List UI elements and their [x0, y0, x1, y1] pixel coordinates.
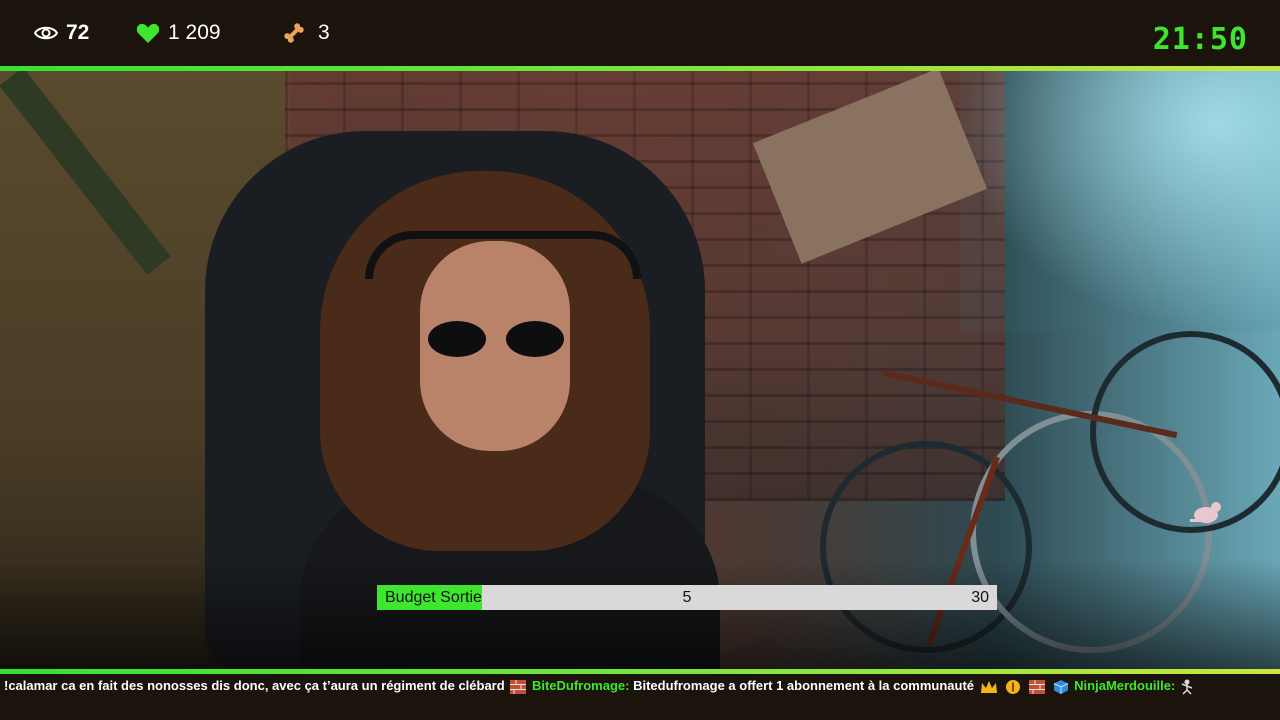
viewer-count: 72	[34, 0, 89, 66]
bottom-shadow	[0, 559, 1280, 669]
webcam-video	[0, 71, 1280, 669]
coin-icon	[1006, 679, 1021, 694]
chat-username: NinjaMerdouille:	[1074, 678, 1176, 693]
top-stats-bar: 72 1 209 3 21:50	[0, 0, 1280, 66]
chat-ticker: !calamar ca en fait des nonosses dis don…	[0, 674, 1280, 720]
budget-current-value: 5	[682, 589, 692, 606]
pet-sprite	[1190, 502, 1221, 523]
like-count: 1 209	[136, 0, 221, 66]
bone-icon	[284, 23, 304, 43]
viewer-count-value: 72	[66, 21, 90, 44]
dancer-icon	[1181, 679, 1193, 695]
chat-ticker-content: !calamar ca en fait des nonosses dis don…	[4, 674, 1195, 698]
brick-icon	[510, 679, 527, 694]
bone-count-value: 3	[318, 21, 330, 44]
chat-message: !calamar ca en fait des nonosses dis don…	[4, 678, 505, 693]
crown-icon	[980, 680, 997, 693]
chat-message: Bitedufromage a offert 1 abonnement à la…	[633, 678, 975, 693]
budget-progress-bar: Budget Sortie 5 30	[377, 585, 997, 610]
budget-label: Budget Sortie	[385, 589, 482, 606]
eye-icon	[34, 26, 58, 40]
sunglasses	[428, 321, 568, 357]
heart-icon	[136, 23, 160, 43]
chat-username: BiteDufromage:	[531, 678, 630, 693]
headphones	[365, 231, 641, 279]
brick-icon	[1028, 679, 1045, 694]
budget-max-value: 30	[971, 589, 989, 606]
cube-icon	[1053, 679, 1068, 694]
bone-count: 3	[282, 0, 330, 66]
like-count-value: 1 209	[168, 21, 221, 44]
